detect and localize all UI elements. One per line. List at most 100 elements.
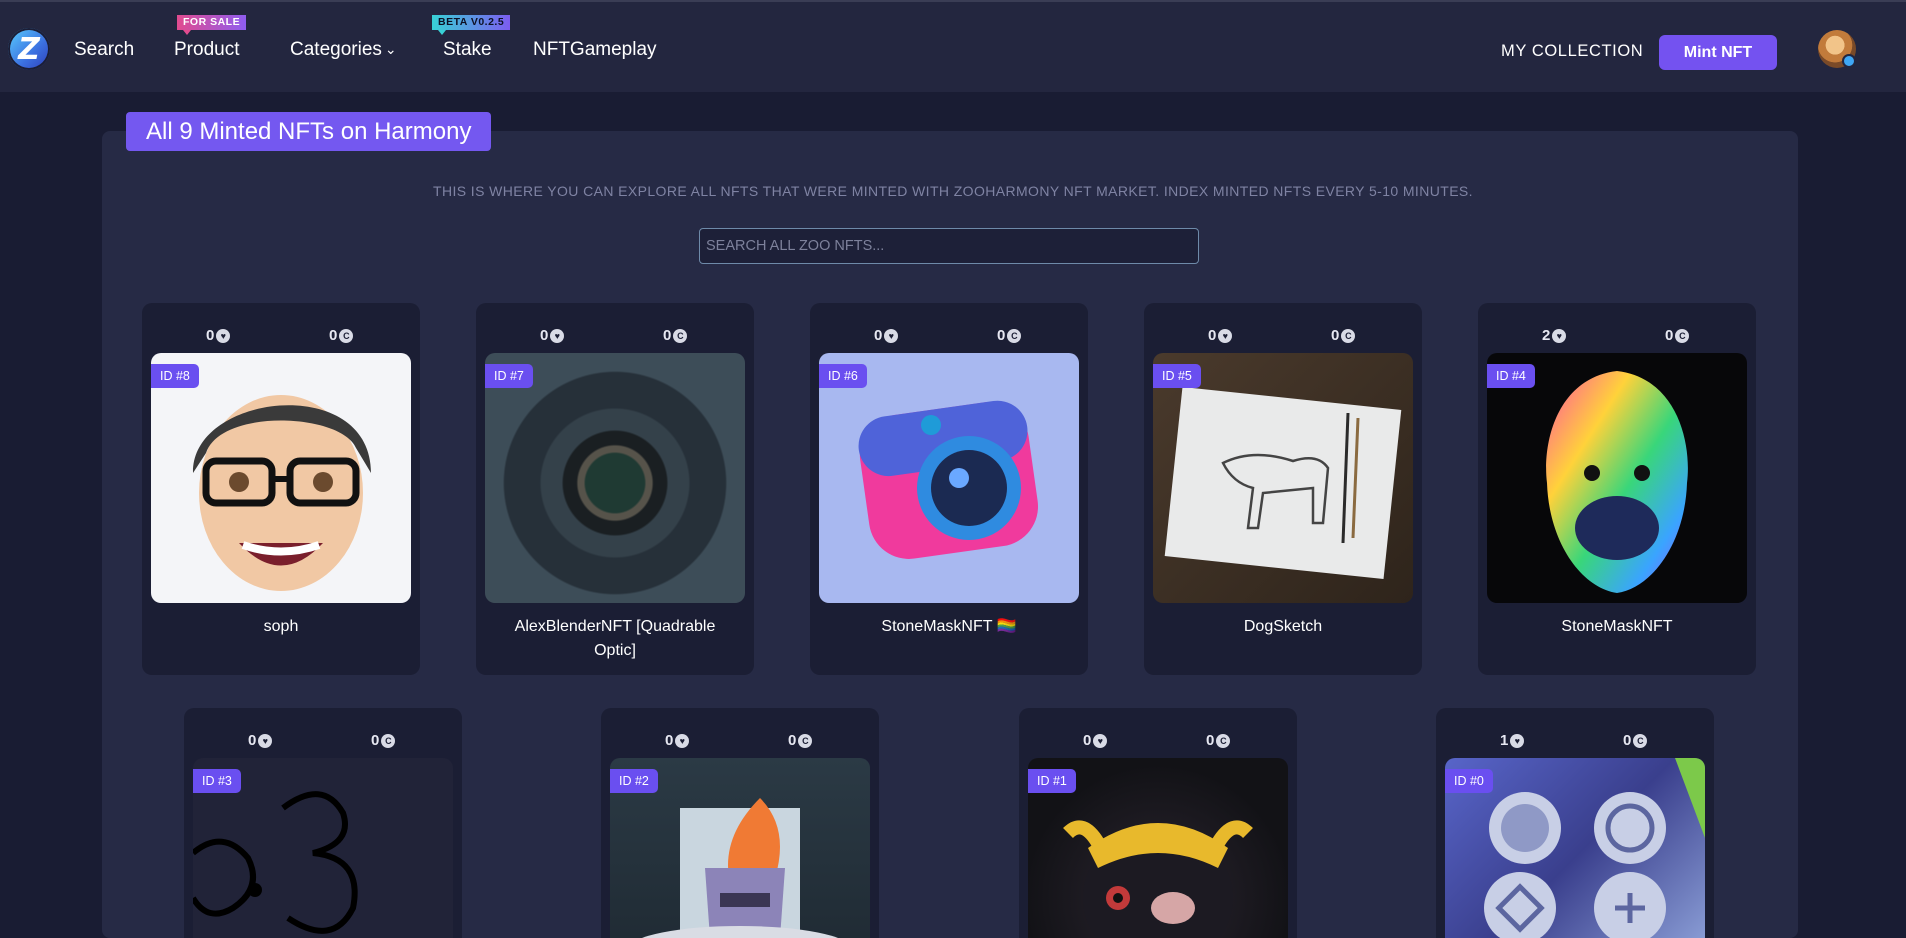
zoo-logo-icon[interactable]: Z (8, 28, 50, 70)
coins-value: 0 (788, 732, 797, 749)
nft-id-badge: ID #1 (1028, 769, 1076, 793)
heart-icon[interactable]: ♥ (1218, 328, 1233, 343)
nft-id-badge: ID #6 (819, 364, 867, 388)
for-sale-badge: FOR SALE (177, 15, 247, 35)
search-input[interactable] (699, 228, 1199, 264)
likes-count: 0 ♥ (874, 327, 899, 344)
verified-check-icon (1842, 54, 1856, 68)
avatar-face-art (192, 395, 371, 591)
dog-sketch-art (1164, 386, 1402, 580)
mint-nft-button[interactable]: Mint NFT (1659, 35, 1777, 70)
gorilla-art (1546, 371, 1688, 593)
likes-count: 0 ♥ (540, 327, 565, 344)
nft-id-badge: ID #2 (610, 769, 658, 793)
nft-card[interactable]: 2 ♥ 0 C ID #4 StoneMaskNFT (1478, 303, 1756, 675)
heart-icon[interactable]: ♥ (258, 733, 273, 748)
nft-card[interactable]: 0 ♥ 0 C ID #5 DogSketch (1144, 303, 1422, 675)
coins-value: 0 (1206, 732, 1215, 749)
likes-value: 0 (1208, 327, 1217, 344)
nft-image[interactable] (1487, 353, 1747, 603)
beta-version-badge: BETA V0.2.5 (432, 15, 511, 35)
likes-value: 0 (874, 327, 883, 344)
nft-id-badge: ID #8 (151, 364, 199, 388)
page-title: All 9 Minted NFTs on Harmony (126, 112, 492, 151)
nft-card[interactable]: 0 ♥ 0 C ID #3 (184, 708, 462, 938)
nav-stake[interactable]: Stake (443, 39, 492, 61)
coin-icon: C (339, 328, 354, 343)
coin-icon: C (1341, 328, 1356, 343)
my-collection-link[interactable]: MY COLLECTION (1501, 42, 1643, 61)
nft-name[interactable]: AlexBlenderNFT [Quadrable Optic] (476, 615, 754, 663)
nft-name[interactable]: DogSketch (1144, 615, 1422, 639)
coins-count: 0C (997, 327, 1022, 344)
heart-icon[interactable]: ♥ (1510, 733, 1525, 748)
coins-count: 0C (1665, 327, 1690, 344)
likes-count: 2 ♥ (1542, 327, 1567, 344)
coin-icon: C (798, 733, 813, 748)
nft-image[interactable] (485, 353, 745, 603)
likes-value: 0 (248, 732, 257, 749)
likes-value: 0 (665, 732, 674, 749)
heart-icon[interactable]: ♥ (550, 328, 565, 343)
nft-id-badge: ID #3 (193, 769, 241, 793)
heart-icon[interactable]: ♥ (1093, 733, 1108, 748)
coin-icon: C (1633, 733, 1648, 748)
likes-count: 0 ♥ (1083, 732, 1108, 749)
likes-count: 0 ♥ (1208, 327, 1233, 344)
nft-id-badge: ID #5 (1153, 364, 1201, 388)
heart-icon[interactable]: ♥ (1552, 328, 1567, 343)
chevron-down-icon: ⌄ (384, 41, 397, 57)
likes-count: 0 ♥ (248, 732, 273, 749)
nft-card[interactable]: 0 ♥ 0 C ID #1 (1019, 708, 1297, 938)
likes-count: 0 ♥ (206, 327, 231, 344)
nft-card[interactable]: 1 ♥ 0 C ID #0 (1436, 708, 1714, 938)
coins-value: 0 (997, 327, 1006, 344)
coins-count: 0C (1206, 732, 1231, 749)
nft-image[interactable] (151, 353, 411, 603)
likes-value: 0 (1083, 732, 1092, 749)
nav-categories[interactable]: Categories ⌄ (290, 39, 397, 61)
coins-count: 0C (1331, 327, 1356, 344)
coins-count: 0C (1623, 732, 1648, 749)
nft-id-badge: ID #0 (1445, 769, 1493, 793)
nav-nftgameplay[interactable]: NFTGameplay (533, 39, 657, 61)
nft-id-badge: ID #7 (485, 364, 533, 388)
coin-icon: C (1216, 733, 1231, 748)
likes-value: 2 (1542, 327, 1551, 344)
coins-value: 0 (329, 327, 338, 344)
likes-value: 0 (206, 327, 215, 344)
coins-count: 0C (329, 327, 354, 344)
nft-name[interactable]: soph (142, 615, 420, 639)
nft-name[interactable]: StoneMaskNFT (1478, 615, 1756, 639)
coins-count: 0C (371, 732, 396, 749)
nft-image[interactable] (1153, 353, 1413, 603)
heart-icon[interactable]: ♥ (216, 328, 231, 343)
likes-value: 1 (1500, 732, 1509, 749)
page-subtitle: THIS IS WHERE YOU CAN EXPLORE ALL NFTS T… (433, 183, 1473, 199)
nft-card[interactable]: 0 ♥ 0 C ID #6 StoneMaskNFT 🏳️‍🌈 (810, 303, 1088, 675)
nav-search[interactable]: Search (74, 39, 134, 61)
camera-art (858, 400, 1039, 559)
top-navbar: Z Search Product FOR SALE Categories ⌄ St… (0, 0, 1906, 92)
coins-value: 0 (371, 732, 380, 749)
coins-value: 0 (663, 327, 672, 344)
nft-image[interactable] (819, 353, 1079, 603)
coin-icon: C (1675, 328, 1690, 343)
nav-product[interactable]: Product (174, 39, 239, 61)
nft-card[interactable]: 0 ♥ 0 C ID #8 soph (142, 303, 420, 675)
nft-card[interactable]: 0 ♥ 0 C ID #7 AlexBlenderNFT [Quadrable Opt… (476, 303, 754, 675)
coins-value: 0 (1665, 327, 1674, 344)
heart-icon[interactable]: ♥ (884, 328, 899, 343)
nav-categories-label: Categories (290, 39, 382, 60)
nft-name[interactable]: StoneMaskNFT 🏳️‍🌈 (810, 615, 1088, 639)
coins-count: 0C (663, 327, 688, 344)
coin-icon: C (673, 328, 688, 343)
nft-id-badge: ID #4 (1487, 364, 1535, 388)
coin-icon: C (381, 733, 396, 748)
likes-count: 0 ♥ (665, 732, 690, 749)
likes-count: 1 ♥ (1500, 732, 1525, 749)
coins-count: 0C (788, 732, 813, 749)
nft-card[interactable]: 0 ♥ 0 C ID #2 (601, 708, 879, 938)
coins-value: 0 (1331, 327, 1340, 344)
heart-icon[interactable]: ♥ (675, 733, 690, 748)
